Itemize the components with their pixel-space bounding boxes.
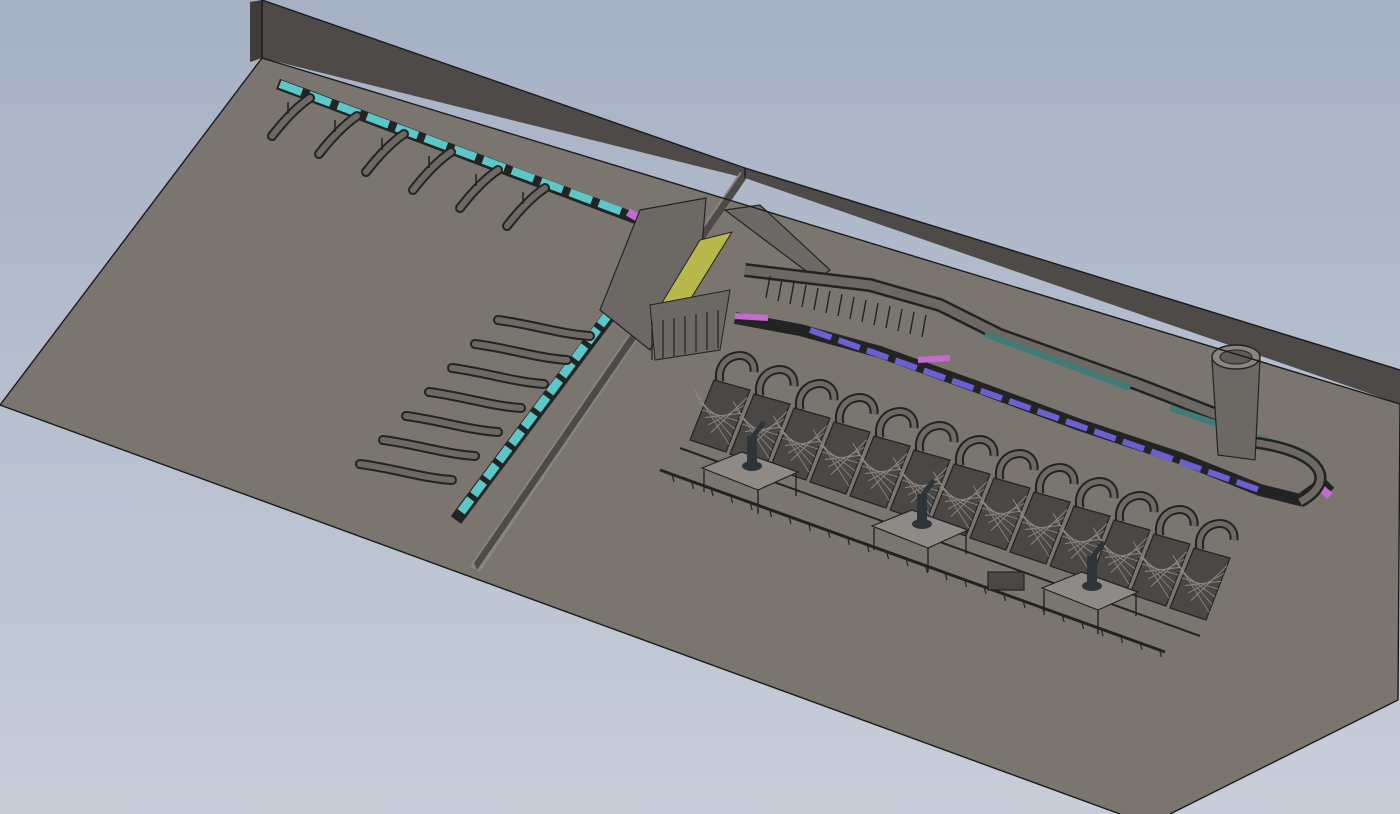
robot-arm-icon (1087, 556, 1097, 584)
robot-arm-icon (917, 494, 927, 522)
silo-body (1211, 359, 1261, 461)
transfer-cart (987, 571, 1025, 591)
robot-arm-icon (747, 436, 757, 464)
factory-layout-scene (0, 0, 1400, 814)
distribution-mid-transfer (917, 355, 951, 363)
distribution-entry-transfer (734, 313, 769, 321)
left-end-wall (250, 0, 262, 62)
cad-viewport[interactable] (0, 0, 1400, 814)
